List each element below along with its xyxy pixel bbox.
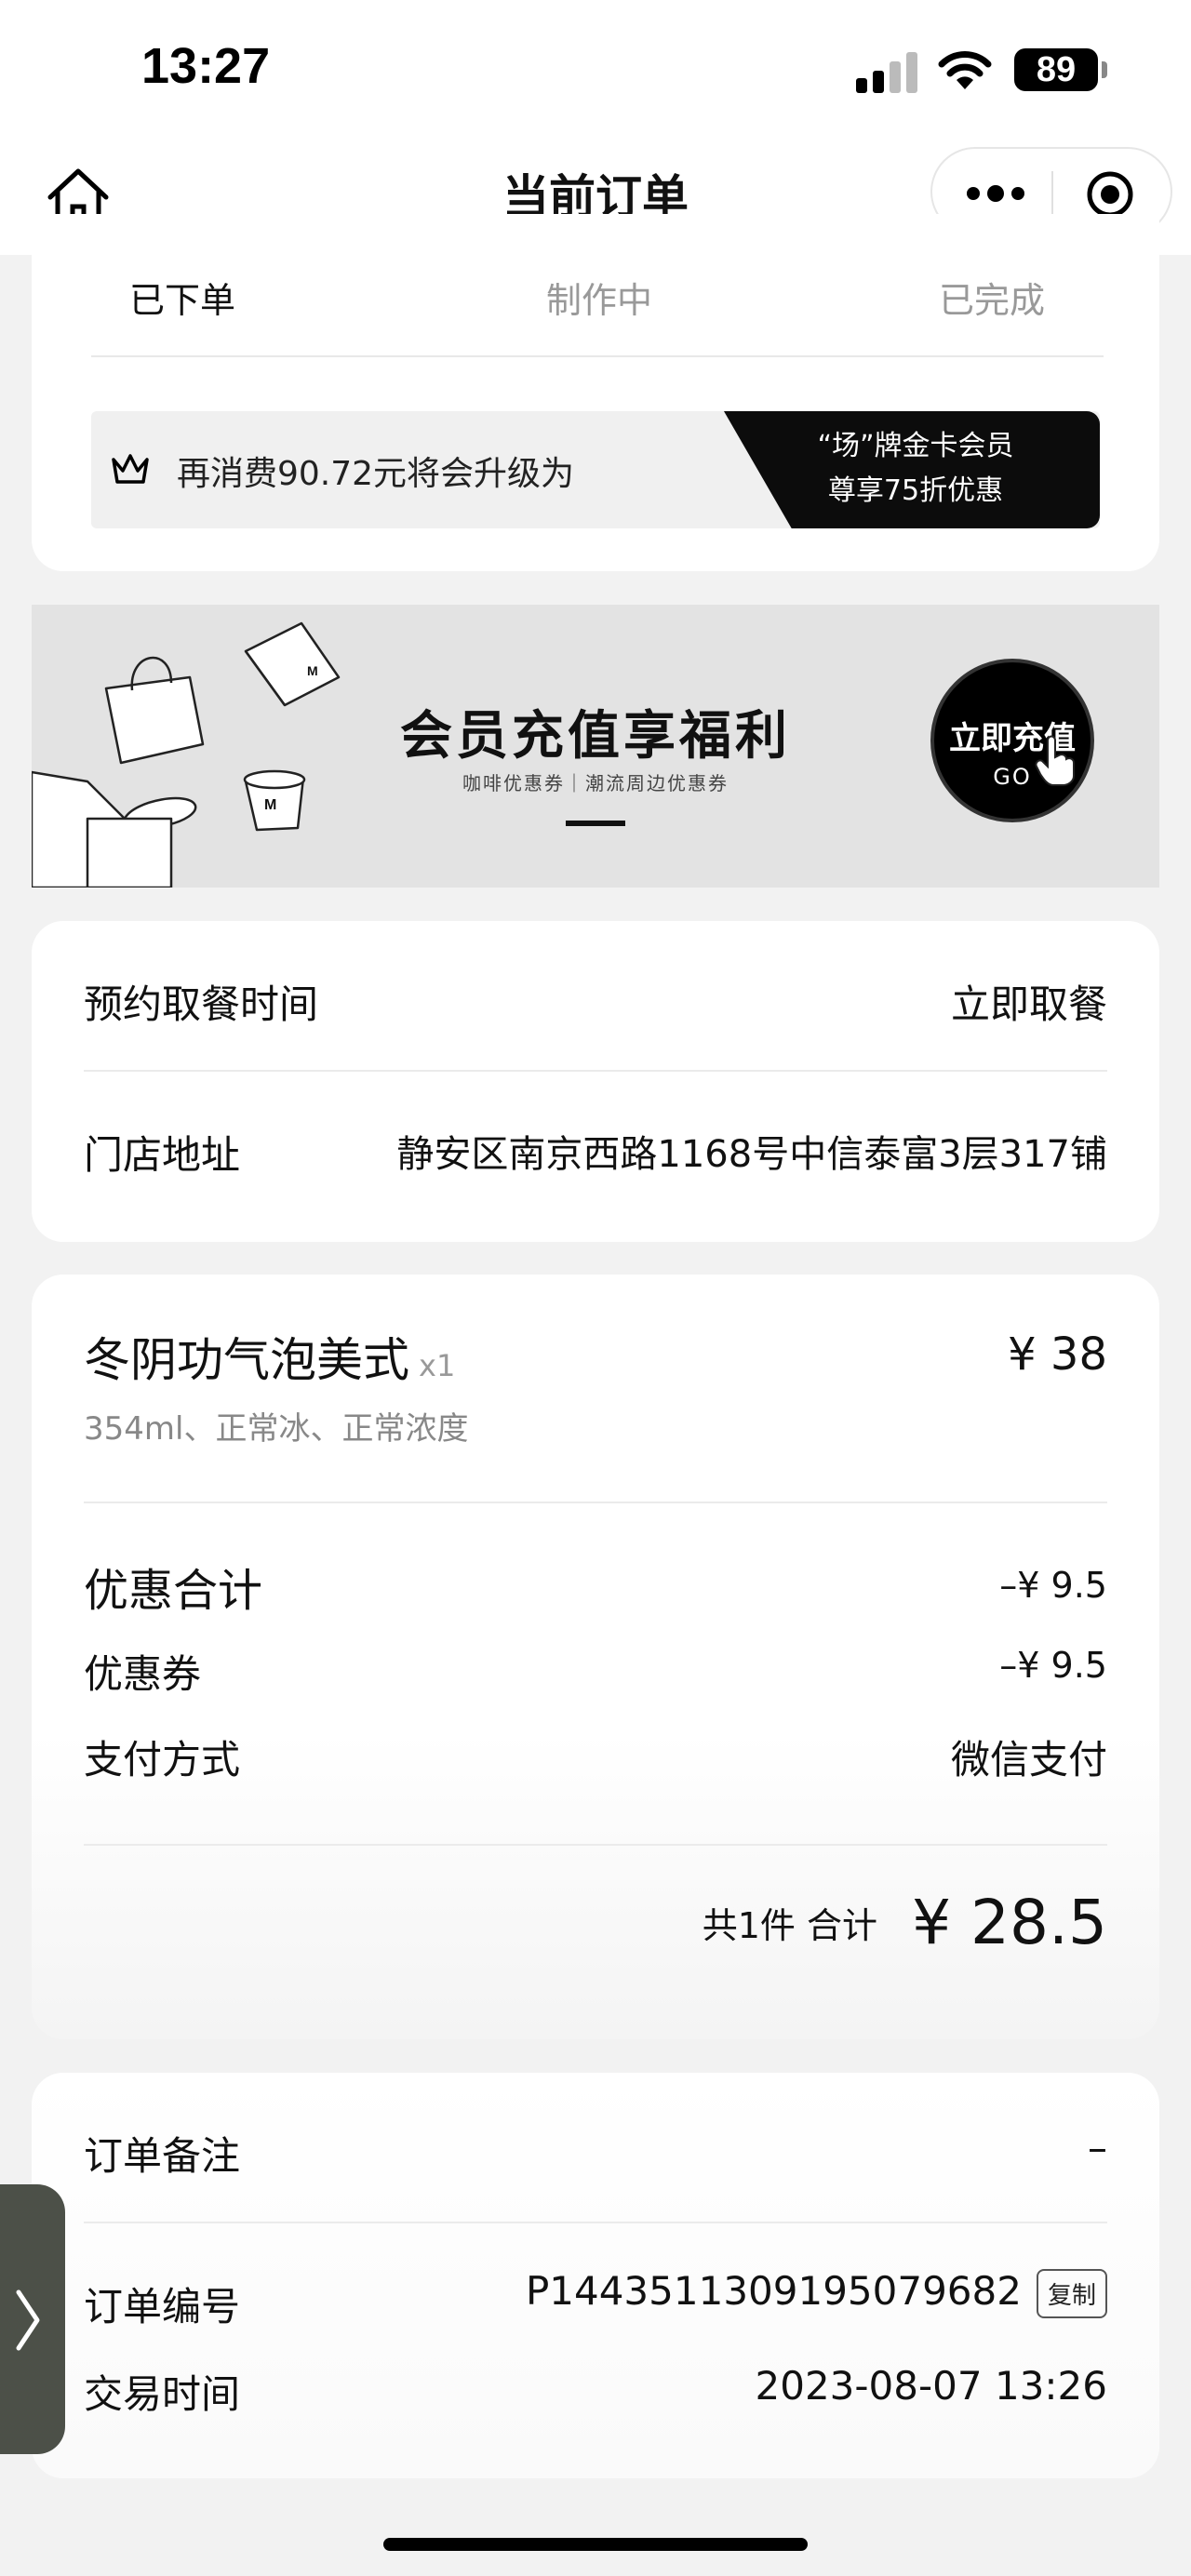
order-status-card: 已下单 制作中 已完成 再消费90.72元将会升级为 “场”牌金卡会员 尊享75… [32,214,1159,571]
transaction-time-label: 交易时间 [84,2371,241,2417]
more-icon[interactable] [966,182,1025,205]
signal-icon [856,52,921,93]
divider [84,1844,1107,1846]
tier-benefit: 尊享75折优惠 [827,474,1004,507]
product-spec: 354ml、正常冰、正常浓度 [84,1410,469,1448]
capsule-divider [1051,171,1053,216]
item-count: 共1件 合计 [702,1905,877,1946]
home-indicator[interactable] [383,2538,808,2551]
upgrade-text: 再消费90.72元将会升级为 [177,455,575,493]
svg-text:M: M [307,663,318,678]
svg-text:M: M [264,797,276,813]
tier-name: “场”牌金卡会员 [817,430,1014,462]
pickup-time-label: 预约取餐时间 [84,981,319,1027]
order-items-card: 冬阴功气泡美式 x1 ¥ 38 354ml、正常冰、正常浓度 优惠合计 –¥ 9.… [32,1275,1159,2039]
order-number-value: P1443511309195079682 [525,2268,1022,2314]
battery-icon: 89 [1014,48,1107,91]
side-drawer-handle[interactable] [0,2184,65,2454]
order-details-card: 订单备注 – 订单编号 P1443511309195079682 复制 交易时间 … [32,2073,1159,2478]
status-bar: 13:27 89 [0,0,1191,140]
status-time: 13:27 [141,38,271,94]
recharge-promo-banner[interactable]: M M 会员充值享福利 咖啡优惠券｜潮流周边优惠券 立即充值 GO [32,605,1159,888]
order-note-label: 订单备注 [84,2133,241,2179]
wifi-icon [938,51,992,89]
hand-pointer-icon [1035,735,1075,786]
coupon-label: 优惠券 [84,1651,202,1697]
coupon-value: –¥ 9.5 [999,1645,1107,1686]
tab-in-progress[interactable]: 制作中 [546,272,692,323]
pickup-info-card: 预约取餐时间 立即取餐 门店地址 静安区南京西路1168号中信泰富3层317铺 [32,921,1159,1242]
payment-method-label: 支付方式 [84,1737,241,1782]
store-address-value: 静安区南京西路1168号中信泰富3层317铺 [396,1133,1107,1176]
order-note-value: – [1088,2125,1107,2170]
tier-badge-text: “场”牌金卡会员 尊享75折优惠 [776,424,1055,514]
product-price: ¥ 38 [1008,1328,1107,1381]
discount-total-value: –¥ 9.5 [999,1565,1107,1606]
divider [84,2222,1107,2223]
order-total: 共1件 合计 ¥ 28.5 [703,1887,1107,1958]
total-amount: ¥ 28.5 [912,1887,1107,1958]
tab-ordered[interactable]: 已下单 [129,272,275,323]
discount-total-label: 优惠合计 [84,1565,263,1617]
transaction-time-value: 2023-08-07 13:26 [755,2363,1107,2409]
target-icon[interactable] [1085,169,1135,220]
membership-upgrade-banner[interactable]: 再消费90.72元将会升级为 “场”牌金卡会员 尊享75折优惠 [91,411,1100,528]
product-qty: x1 [419,1348,456,1383]
chevron-right-icon [16,2289,40,2351]
divider [84,1502,1107,1503]
order-status-tabs: 已下单 制作中 已完成 [91,272,1104,357]
product-name: 冬阴功气泡美式 x1 [84,1333,456,1387]
pickup-time-value: 立即取餐 [950,981,1107,1027]
copy-button[interactable]: 复制 [1036,2269,1107,2318]
order-number: P1443511309195079682 复制 [526,2268,1107,2318]
store-address-label: 门店地址 [84,1132,241,1178]
order-number-label: 订单编号 [84,2284,241,2329]
crown-icon [112,454,149,484]
payment-method-value: 微信支付 [950,1737,1107,1782]
divider [84,1070,1107,1072]
promo-underline [566,821,625,826]
tab-completed[interactable]: 已完成 [939,272,1085,323]
